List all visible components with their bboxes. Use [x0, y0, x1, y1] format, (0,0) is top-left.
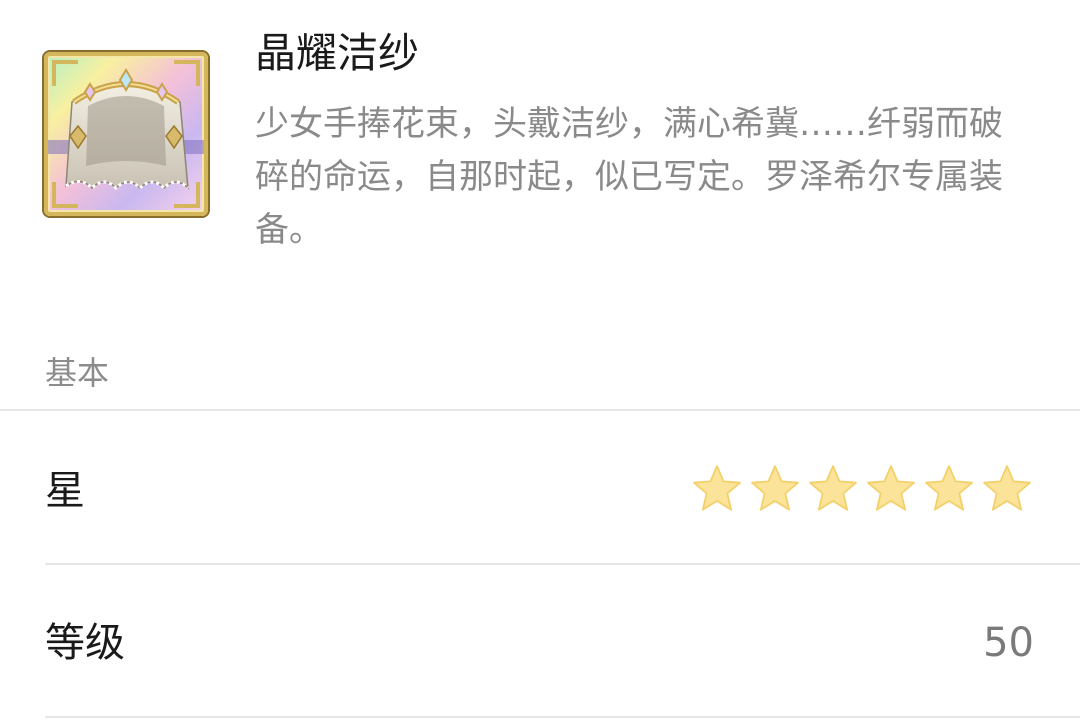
level-value: 50 [983, 620, 1034, 666]
star-icon [925, 465, 973, 511]
star-icon [867, 465, 915, 511]
level-label: 等级 [45, 620, 125, 666]
section-divider [0, 409, 1080, 411]
star-icon [809, 465, 857, 511]
star-icon [693, 465, 741, 511]
section-basic-label: 基本 [45, 354, 110, 392]
star-icon [983, 465, 1031, 511]
equipment-detail-page: 晶耀洁纱 少女手捧花束，头戴洁纱，满心希冀……纤弱而破碎的命运，自那时起，似已写… [0, 0, 1080, 720]
row-divider [45, 563, 1080, 565]
star-icon [751, 465, 799, 511]
star-rating [690, 462, 1034, 516]
item-name: 晶耀洁纱 [255, 29, 419, 77]
item-description: 少女手捧花束，头戴洁纱，满心希冀……纤弱而破碎的命运，自那时起，似已写定。罗泽希… [255, 104, 1003, 250]
row-divider [45, 716, 1080, 718]
item-icon [44, 52, 208, 216]
bridal-veil-icon [48, 60, 204, 208]
star-label: 星 [45, 468, 85, 514]
